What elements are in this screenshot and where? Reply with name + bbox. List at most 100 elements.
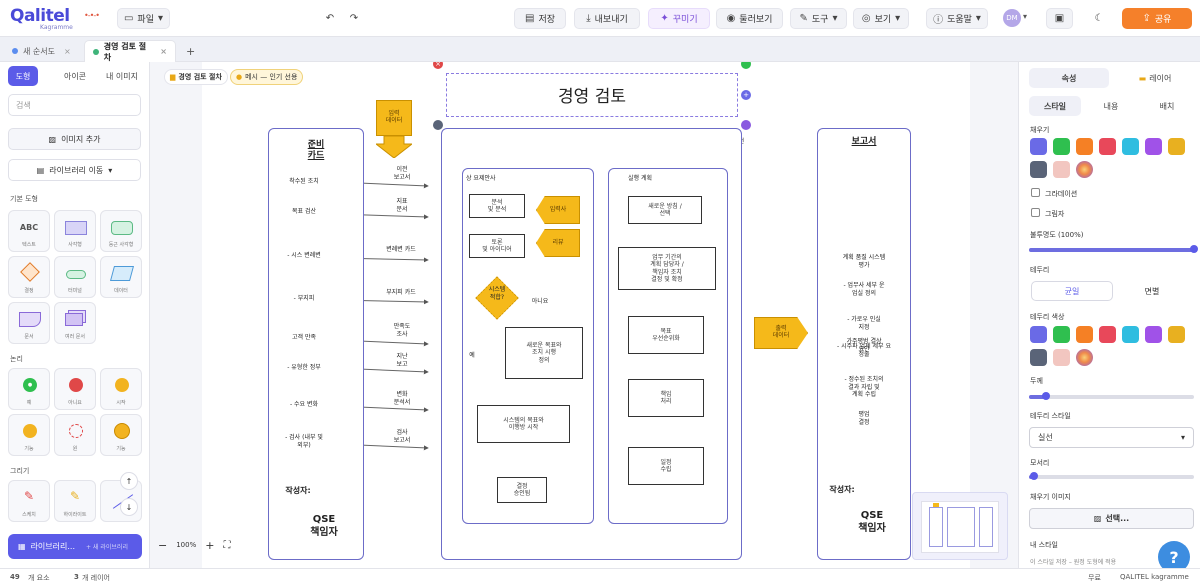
shape-search-input[interactable]: 검색: [8, 94, 141, 116]
plan-step-responsibility[interactable]: 책임 처리: [628, 379, 704, 417]
thickness-slider[interactable]: [1029, 392, 1194, 400]
prep-item[interactable]: - 시스 변례변: [273, 252, 335, 260]
step-system-goals[interactable]: 시스템의 목표와 이행방 시작: [477, 405, 570, 443]
custom-color-palette-icon[interactable]: [1076, 161, 1093, 178]
flow-label[interactable]: 지난 보고: [382, 353, 422, 368]
step-analysis[interactable]: 분석 및 분석: [469, 194, 525, 218]
shape-rounded-rectangle[interactable]: 둥근 사각형: [100, 210, 142, 252]
shape-terminal[interactable]: 터미널: [54, 256, 96, 298]
corners-slider-knob[interactable]: [1029, 472, 1038, 480]
zoom-level[interactable]: 100%: [176, 541, 196, 549]
prep-item[interactable]: - 검사 (내부 및 외부): [273, 434, 335, 449]
view-menu-button[interactable]: ◎ 보기 ▾: [853, 8, 909, 29]
help-menu-button[interactable]: ⓘ 도움말 ▾: [926, 8, 988, 29]
tab-layers[interactable]: ▬ 레이어: [1115, 68, 1195, 88]
canvas-minimap[interactable]: [912, 492, 1008, 560]
report-item[interactable]: 평업 결정: [826, 411, 902, 426]
report-author-role[interactable]: QSE 책임자: [848, 510, 896, 535]
tab-management-review[interactable]: 경영 검토 절차 ×: [84, 40, 176, 62]
report-item[interactable]: - 업무사 세부 운 업실 정의: [826, 282, 902, 297]
decision-label[interactable]: 시스템 적합?: [474, 286, 520, 301]
color-swatch[interactable]: [1053, 138, 1070, 155]
zoom-in-button[interactable]: +: [205, 539, 214, 552]
border-per-side-option[interactable]: 면별: [1115, 281, 1189, 301]
opacity-slider-knob[interactable]: [1190, 245, 1198, 253]
undo-button[interactable]: ↶: [320, 8, 340, 29]
color-swatch[interactable]: [1145, 138, 1162, 155]
logic-circle[interactable]: 원: [54, 414, 96, 456]
input-tag[interactable]: 입력사: [536, 196, 580, 224]
export-button[interactable]: ⤓ 내보내기: [574, 8, 640, 29]
lane-analysis-title[interactable]: 상 요제안사: [466, 175, 546, 183]
step-discussion[interactable]: 토론 및 아이디어: [469, 234, 525, 258]
shape-decision[interactable]: 결정: [8, 256, 50, 298]
color-swatch[interactable]: [1030, 138, 1047, 155]
step-new-goals[interactable]: 새로운 목표와 조치 시행 정의: [505, 327, 583, 379]
color-swatch[interactable]: [1168, 326, 1185, 343]
diagram-title[interactable]: 경영 검토: [446, 82, 738, 107]
review-tag[interactable]: 리뷰: [536, 229, 580, 257]
flow-label[interactable]: 이전 보고서: [382, 166, 422, 181]
color-swatch[interactable]: [1076, 326, 1093, 343]
plan-step-prioritize[interactable]: 목표 우선순위화: [628, 316, 704, 354]
subtab-style[interactable]: 스타일: [1029, 96, 1081, 116]
prep-item[interactable]: 목표 검산: [273, 208, 335, 216]
lane-action-plan-title[interactable]: 실행 계획: [628, 175, 688, 183]
color-swatch[interactable]: [1053, 349, 1070, 366]
logic-yes[interactable]: ● 예: [8, 368, 50, 410]
opacity-slider[interactable]: [1029, 245, 1198, 253]
present-button[interactable]: ▣: [1046, 8, 1073, 29]
report-item[interactable]: - 정수된 조치의 결과 자립 및 계획 수립: [826, 376, 902, 399]
fill-image-select-button[interactable]: ▨ 선택...: [1029, 508, 1194, 529]
user-avatar[interactable]: DM: [1003, 9, 1021, 27]
input-data-tag[interactable]: 입력 데이터: [376, 100, 412, 136]
redo-button[interactable]: ↷: [344, 8, 364, 29]
shape-data[interactable]: 데이터: [100, 256, 142, 298]
flow-label[interactable]: 지표 문서: [382, 198, 422, 213]
draw-sketch[interactable]: ✎ 스케치: [8, 480, 50, 522]
tab-icons[interactable]: 아이콘: [55, 66, 95, 86]
report-item[interactable]: - 가로우 인실 지정: [826, 316, 902, 331]
prep-item[interactable]: - 수요 변화: [273, 401, 335, 409]
border-style-select[interactable]: 실선 ▾: [1029, 427, 1194, 448]
shape-multi-document[interactable]: 여러 문서: [54, 302, 96, 344]
border-uniform-option[interactable]: 균일: [1031, 281, 1113, 301]
logic-start[interactable]: 시작: [100, 368, 142, 410]
color-swatch[interactable]: [1122, 138, 1139, 155]
theme-toggle-button[interactable]: ☾: [1088, 8, 1110, 29]
tab-my-images[interactable]: 내 이미지: [100, 66, 144, 86]
plan-step-timeline[interactable]: 일정 수립: [628, 447, 704, 485]
add-image-button[interactable]: ▨ 이미지 추가: [8, 128, 141, 150]
share-button[interactable]: ⇪ 공유: [1122, 8, 1192, 29]
branch-yes-label[interactable]: 예: [464, 352, 480, 360]
color-swatch[interactable]: [1168, 138, 1185, 155]
lane-preparation-title[interactable]: 준비 카드: [290, 140, 342, 163]
flow-label[interactable]: 만족도 조사: [382, 323, 422, 338]
close-icon[interactable]: ×: [64, 47, 71, 56]
output-data-tag[interactable]: 출력 데이터: [754, 317, 808, 349]
zoom-out-button[interactable]: −: [158, 539, 167, 552]
color-swatch[interactable]: [1099, 138, 1116, 155]
report-item[interactable]: - 시주파 업세 세부 요 정출: [826, 343, 902, 358]
add-tab-button[interactable]: +: [178, 40, 198, 62]
shadow-checkbox[interactable]: [1031, 208, 1040, 217]
gradient-checkbox[interactable]: [1031, 188, 1040, 197]
scroll-up-button[interactable]: ↑: [120, 472, 138, 490]
add-handle-icon[interactable]: +: [741, 90, 751, 100]
tab-shapes[interactable]: 도형: [8, 66, 38, 86]
thickness-slider-knob[interactable]: [1041, 392, 1050, 400]
color-swatch[interactable]: [1145, 326, 1162, 343]
step-decision-approved[interactable]: 결정 승인됨: [497, 477, 547, 503]
prep-author-label[interactable]: 작성자:: [278, 486, 318, 496]
flow-label[interactable]: 변례변 카드: [378, 246, 424, 254]
save-button[interactable]: ▤ 저장: [514, 8, 566, 29]
corners-slider[interactable]: [1029, 472, 1194, 480]
plan-step-policy[interactable]: 새로운 방침 / 선택: [628, 196, 702, 224]
rotate-handle-icon[interactable]: [741, 120, 751, 130]
color-swatch[interactable]: [1030, 161, 1047, 178]
prep-author-role[interactable]: QSE 책임자: [300, 514, 348, 539]
tab-properties[interactable]: 속성: [1029, 68, 1109, 88]
library-button[interactable]: ▦ 라이브러리... + 새 라이브러리: [8, 534, 142, 559]
flow-label[interactable]: 검사 보고서: [382, 429, 422, 444]
close-icon[interactable]: ×: [160, 47, 167, 56]
